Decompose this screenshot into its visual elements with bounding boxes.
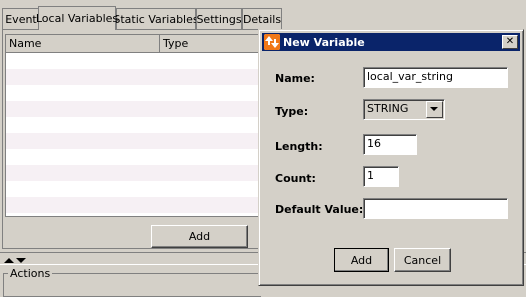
- tab-label: Details: [242, 12, 282, 26]
- count-field[interactable]: 1: [363, 166, 399, 187]
- dialog-app-icon: [264, 34, 280, 50]
- type-select[interactable]: STRING: [363, 99, 445, 120]
- close-button[interactable]: ✕: [502, 35, 518, 49]
- dialog-title: New Variable: [283, 35, 365, 49]
- new-variable-dialog: New Variable ✕ Name: local_var_string Ty…: [258, 29, 524, 286]
- table-row[interactable]: [6, 101, 262, 117]
- tab-label: Static Variables: [113, 12, 199, 26]
- default-value-label: Default Value:: [275, 203, 364, 216]
- count-label: Count:: [275, 172, 316, 185]
- variables-table[interactable]: Name Type: [5, 34, 263, 217]
- tab-label: Event: [5, 12, 37, 26]
- tab-static-variables[interactable]: Static Variables: [113, 8, 199, 29]
- dialog-add-button[interactable]: Add: [334, 248, 389, 272]
- column-header-name[interactable]: Name: [6, 35, 160, 52]
- table-row[interactable]: [6, 69, 262, 85]
- table-row[interactable]: [6, 181, 262, 197]
- tab-label: Local Variables: [35, 12, 119, 25]
- length-value: 16: [367, 137, 381, 150]
- default-value-field[interactable]: [363, 198, 508, 219]
- table-row[interactable]: [6, 133, 262, 149]
- close-icon: ✕: [505, 36, 515, 47]
- name-field[interactable]: local_var_string: [363, 67, 508, 88]
- tab-settings[interactable]: Settings: [196, 8, 242, 29]
- chevron-down-icon[interactable]: [426, 101, 443, 118]
- type-label: Type:: [275, 105, 309, 118]
- tab-details[interactable]: Details: [242, 8, 282, 29]
- tab-label: Settings: [196, 12, 242, 26]
- add-button-label: Add: [188, 230, 211, 243]
- add-variable-button[interactable]: Add: [151, 225, 248, 248]
- name-label: Name:: [275, 72, 315, 85]
- table-row[interactable]: [6, 149, 262, 165]
- table-row[interactable]: [6, 197, 262, 213]
- table-row[interactable]: [6, 53, 262, 69]
- tab-local-variables[interactable]: Local Variables: [35, 6, 119, 30]
- table-row[interactable]: [6, 85, 262, 101]
- name-value: local_var_string: [367, 70, 453, 83]
- tab-event[interactable]: Event: [2, 8, 40, 29]
- dialog-title-bar[interactable]: New Variable ✕: [262, 33, 520, 51]
- type-value: STRING: [367, 102, 409, 115]
- count-value: 1: [367, 169, 374, 182]
- column-header-type[interactable]: Type: [160, 35, 262, 52]
- actions-group: Actions: [3, 267, 261, 297]
- length-label: Length:: [275, 140, 323, 153]
- table-header: Name Type: [6, 35, 262, 53]
- length-field[interactable]: 16: [363, 134, 417, 155]
- cancel-button[interactable]: Cancel: [394, 248, 451, 272]
- cancel-label: Cancel: [403, 253, 442, 267]
- table-row[interactable]: [6, 117, 262, 133]
- table-row[interactable]: [6, 165, 262, 181]
- actions-group-label: Actions: [10, 267, 51, 280]
- dialog-add-label: Add: [350, 253, 373, 267]
